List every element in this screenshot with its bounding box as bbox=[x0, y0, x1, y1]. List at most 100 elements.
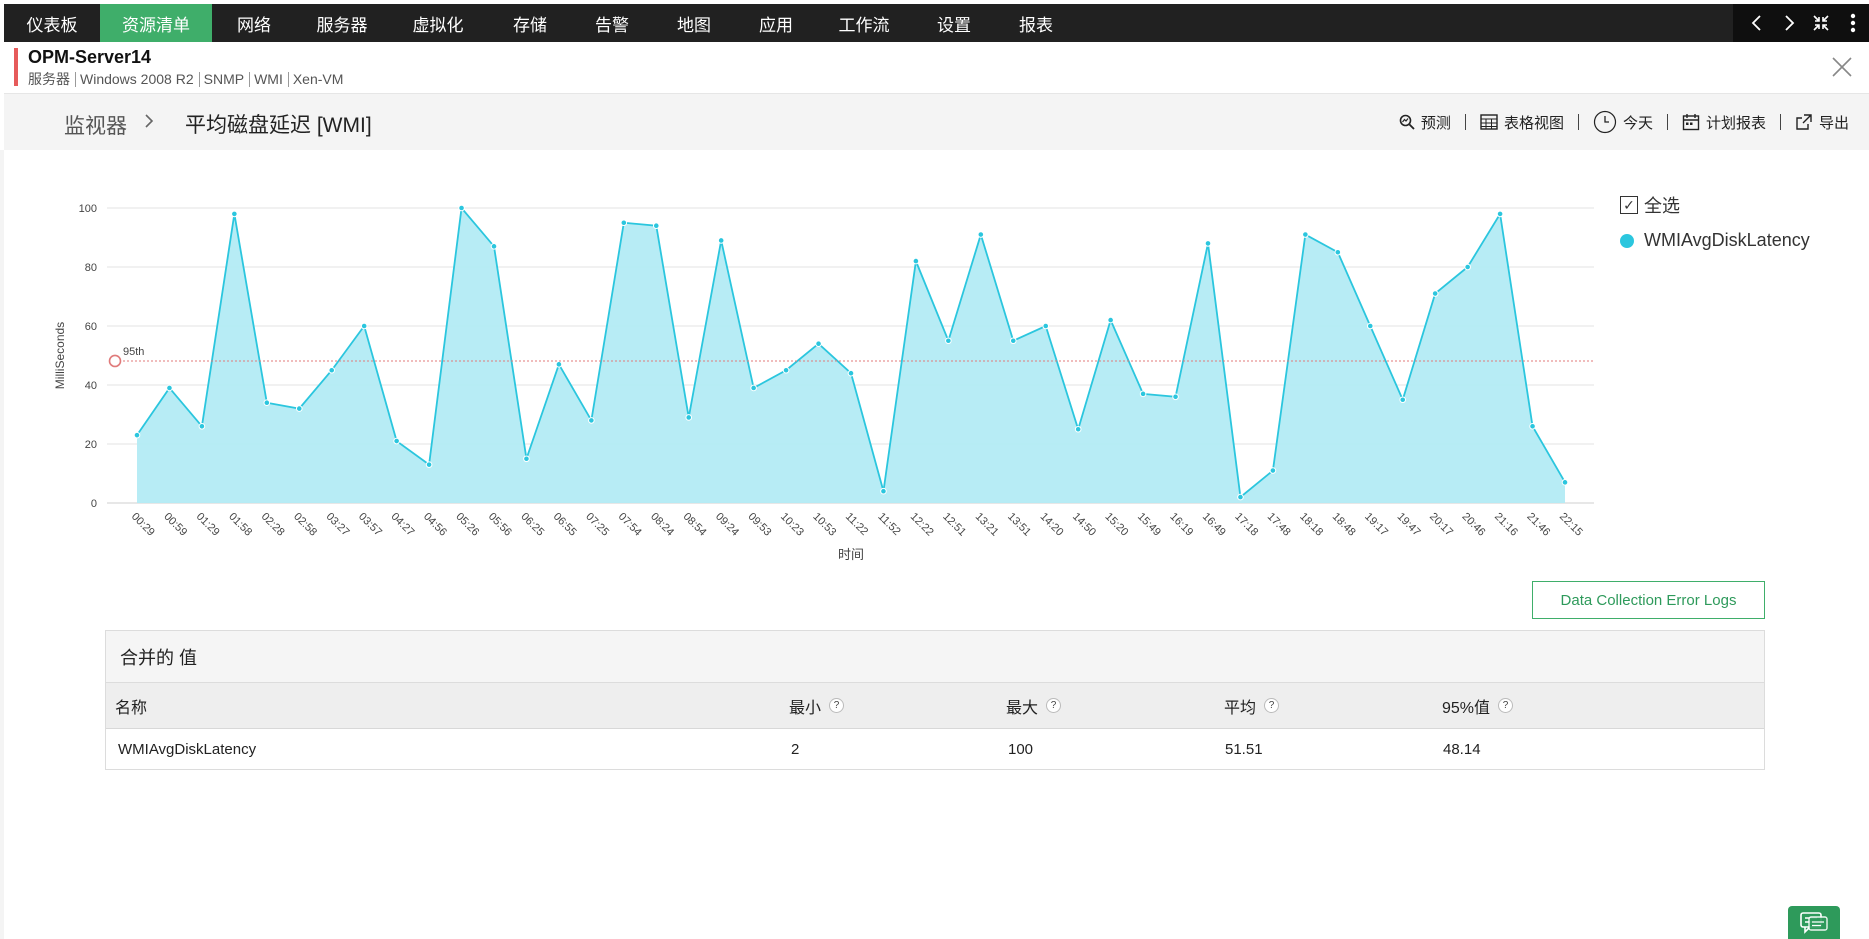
summary-table: 合并的 值 名称 最小? 最大? 平均? 95%值? WMIAvgDiskLat… bbox=[105, 630, 1765, 770]
nav-item-11[interactable]: 报表 bbox=[996, 4, 1076, 42]
chat-icon bbox=[1800, 911, 1828, 934]
data-point bbox=[1042, 322, 1050, 330]
x-tick-label: 10:53 bbox=[810, 511, 838, 539]
breadcrumb-bar: 监视器 平均磁盘延迟 [WMI] 预测 表格视图 今天 计划报表 导出 bbox=[4, 94, 1869, 150]
series-color-dot bbox=[1620, 233, 1634, 248]
data-point bbox=[1107, 316, 1114, 324]
table-view-button[interactable]: 表格视图 bbox=[1480, 112, 1564, 133]
data-point bbox=[815, 340, 822, 347]
x-tick-label: 04:27 bbox=[389, 511, 417, 539]
data-point bbox=[166, 384, 173, 392]
x-tick-label: 03:27 bbox=[324, 511, 352, 539]
y-tick-label: 60 bbox=[85, 321, 97, 333]
chevron-left-icon[interactable] bbox=[1741, 4, 1773, 42]
cell-name: WMIAvgDiskLatency bbox=[118, 740, 257, 758]
nav-item-6[interactable]: 告警 bbox=[572, 4, 652, 42]
collapse-icon[interactable] bbox=[1805, 4, 1837, 42]
x-tick-label: 06:55 bbox=[551, 511, 579, 539]
data-point bbox=[295, 405, 303, 412]
x-tick-label: 00:29 bbox=[129, 511, 157, 539]
breadcrumb-root-link[interactable]: 监视器 bbox=[64, 110, 127, 140]
nav-item-1[interactable]: 资源清单 bbox=[100, 4, 212, 42]
help-icon[interactable]: ? bbox=[1264, 698, 1280, 713]
x-tick-label: 19:47 bbox=[1395, 511, 1423, 539]
y-tick-label: 40 bbox=[85, 380, 97, 392]
data-point bbox=[750, 384, 757, 392]
data-point bbox=[1399, 396, 1407, 404]
more-vertical-icon[interactable] bbox=[1837, 4, 1869, 42]
data-collection-error-logs-button[interactable]: Data Collection Error Logs bbox=[1532, 581, 1765, 619]
help-icon[interactable]: ? bbox=[829, 698, 845, 713]
data-point bbox=[328, 366, 336, 374]
help-icon[interactable]: ? bbox=[1498, 698, 1514, 713]
data-point bbox=[1302, 231, 1309, 238]
data-point bbox=[912, 257, 920, 265]
x-tick-label: 10:23 bbox=[778, 511, 806, 539]
top-nav: 仪表板 资源清单 网络 服务器 虚拟化 存储 告警 地图 应用 工作流 设置 报表 bbox=[4, 4, 1869, 42]
device-tag: 服务器 bbox=[28, 71, 70, 87]
nav-item-4[interactable]: 虚拟化 bbox=[388, 4, 488, 42]
time-range-button[interactable]: 今天 bbox=[1593, 110, 1653, 134]
data-point bbox=[847, 369, 855, 377]
close-icon[interactable] bbox=[1829, 54, 1855, 80]
data-point bbox=[717, 237, 725, 244]
legend-item-series[interactable]: WMIAvgDiskLatency bbox=[1620, 230, 1810, 251]
nav-item-2[interactable]: 网络 bbox=[212, 4, 296, 42]
data-point bbox=[1464, 263, 1471, 271]
nav-item-3[interactable]: 服务器 bbox=[296, 4, 388, 42]
export-button[interactable]: 导出 bbox=[1795, 112, 1849, 133]
x-tick-label: 00:59 bbox=[161, 511, 189, 539]
chat-button[interactable] bbox=[1788, 906, 1840, 939]
x-tick-label: 17:48 bbox=[1265, 511, 1293, 539]
nav-item-8[interactable]: 应用 bbox=[736, 4, 816, 42]
data-point bbox=[782, 366, 790, 374]
select-all-checkbox[interactable]: ✓ 全选 bbox=[1620, 192, 1810, 218]
x-tick-label: 12:22 bbox=[908, 511, 936, 539]
data-point bbox=[231, 210, 238, 218]
data-point bbox=[1561, 479, 1569, 486]
data-point bbox=[198, 423, 206, 430]
data-point bbox=[1334, 248, 1342, 256]
data-point bbox=[945, 337, 952, 345]
toolbar-divider bbox=[1666, 114, 1668, 130]
device-tag: SNMP bbox=[198, 72, 249, 87]
cell-avg: 51.51 bbox=[1225, 740, 1263, 758]
x-tick-label: 06:25 bbox=[518, 511, 546, 539]
table-row: WMIAvgDiskLatency 2 100 51.51 48.14 bbox=[106, 729, 1764, 769]
data-point bbox=[458, 204, 465, 212]
data-point bbox=[880, 487, 887, 495]
nav-item-9[interactable]: 工作流 bbox=[816, 4, 912, 42]
schedule-report-button[interactable]: 计划报表 bbox=[1682, 112, 1766, 133]
cell-max: 100 bbox=[1008, 740, 1034, 758]
clock-icon bbox=[1593, 110, 1617, 134]
data-point bbox=[425, 461, 433, 468]
nav-item-5[interactable]: 存储 bbox=[488, 4, 572, 42]
table-icon bbox=[1480, 114, 1498, 130]
data-point bbox=[1204, 240, 1212, 247]
data-point bbox=[1496, 210, 1504, 218]
x-tick-label: 05:26 bbox=[453, 511, 481, 539]
toolbar-divider bbox=[1464, 114, 1466, 130]
chevron-right-icon[interactable] bbox=[1773, 4, 1805, 42]
data-point bbox=[1269, 467, 1277, 474]
x-tick-label: 20:17 bbox=[1427, 511, 1455, 539]
nav-item-7[interactable]: 地图 bbox=[652, 4, 736, 42]
nav-item-10[interactable]: 设置 bbox=[912, 4, 996, 42]
nav-item-0[interactable]: 仪表板 bbox=[4, 4, 100, 42]
x-tick-label: 01:58 bbox=[226, 511, 254, 539]
cell-min: 2 bbox=[791, 740, 800, 758]
y-tick-label: 20 bbox=[85, 439, 97, 451]
data-point bbox=[652, 222, 660, 229]
x-tick-label: 13:21 bbox=[973, 511, 1001, 539]
y-tick-label: 80 bbox=[85, 262, 97, 274]
data-point bbox=[555, 361, 563, 368]
data-point bbox=[523, 455, 530, 463]
x-tick-label: 09:24 bbox=[713, 511, 741, 539]
x-tick-label: 22:15 bbox=[1557, 511, 1585, 539]
x-tick-label: 11:52 bbox=[875, 511, 902, 538]
x-tick-label: 01:29 bbox=[194, 511, 222, 539]
forecast-button[interactable]: 预测 bbox=[1399, 112, 1451, 133]
help-icon[interactable]: ? bbox=[1046, 698, 1062, 713]
data-point bbox=[393, 437, 400, 445]
device-header: OPM-Server14 服务器 Windows 2008 R2 SNMP WM… bbox=[4, 42, 1869, 94]
